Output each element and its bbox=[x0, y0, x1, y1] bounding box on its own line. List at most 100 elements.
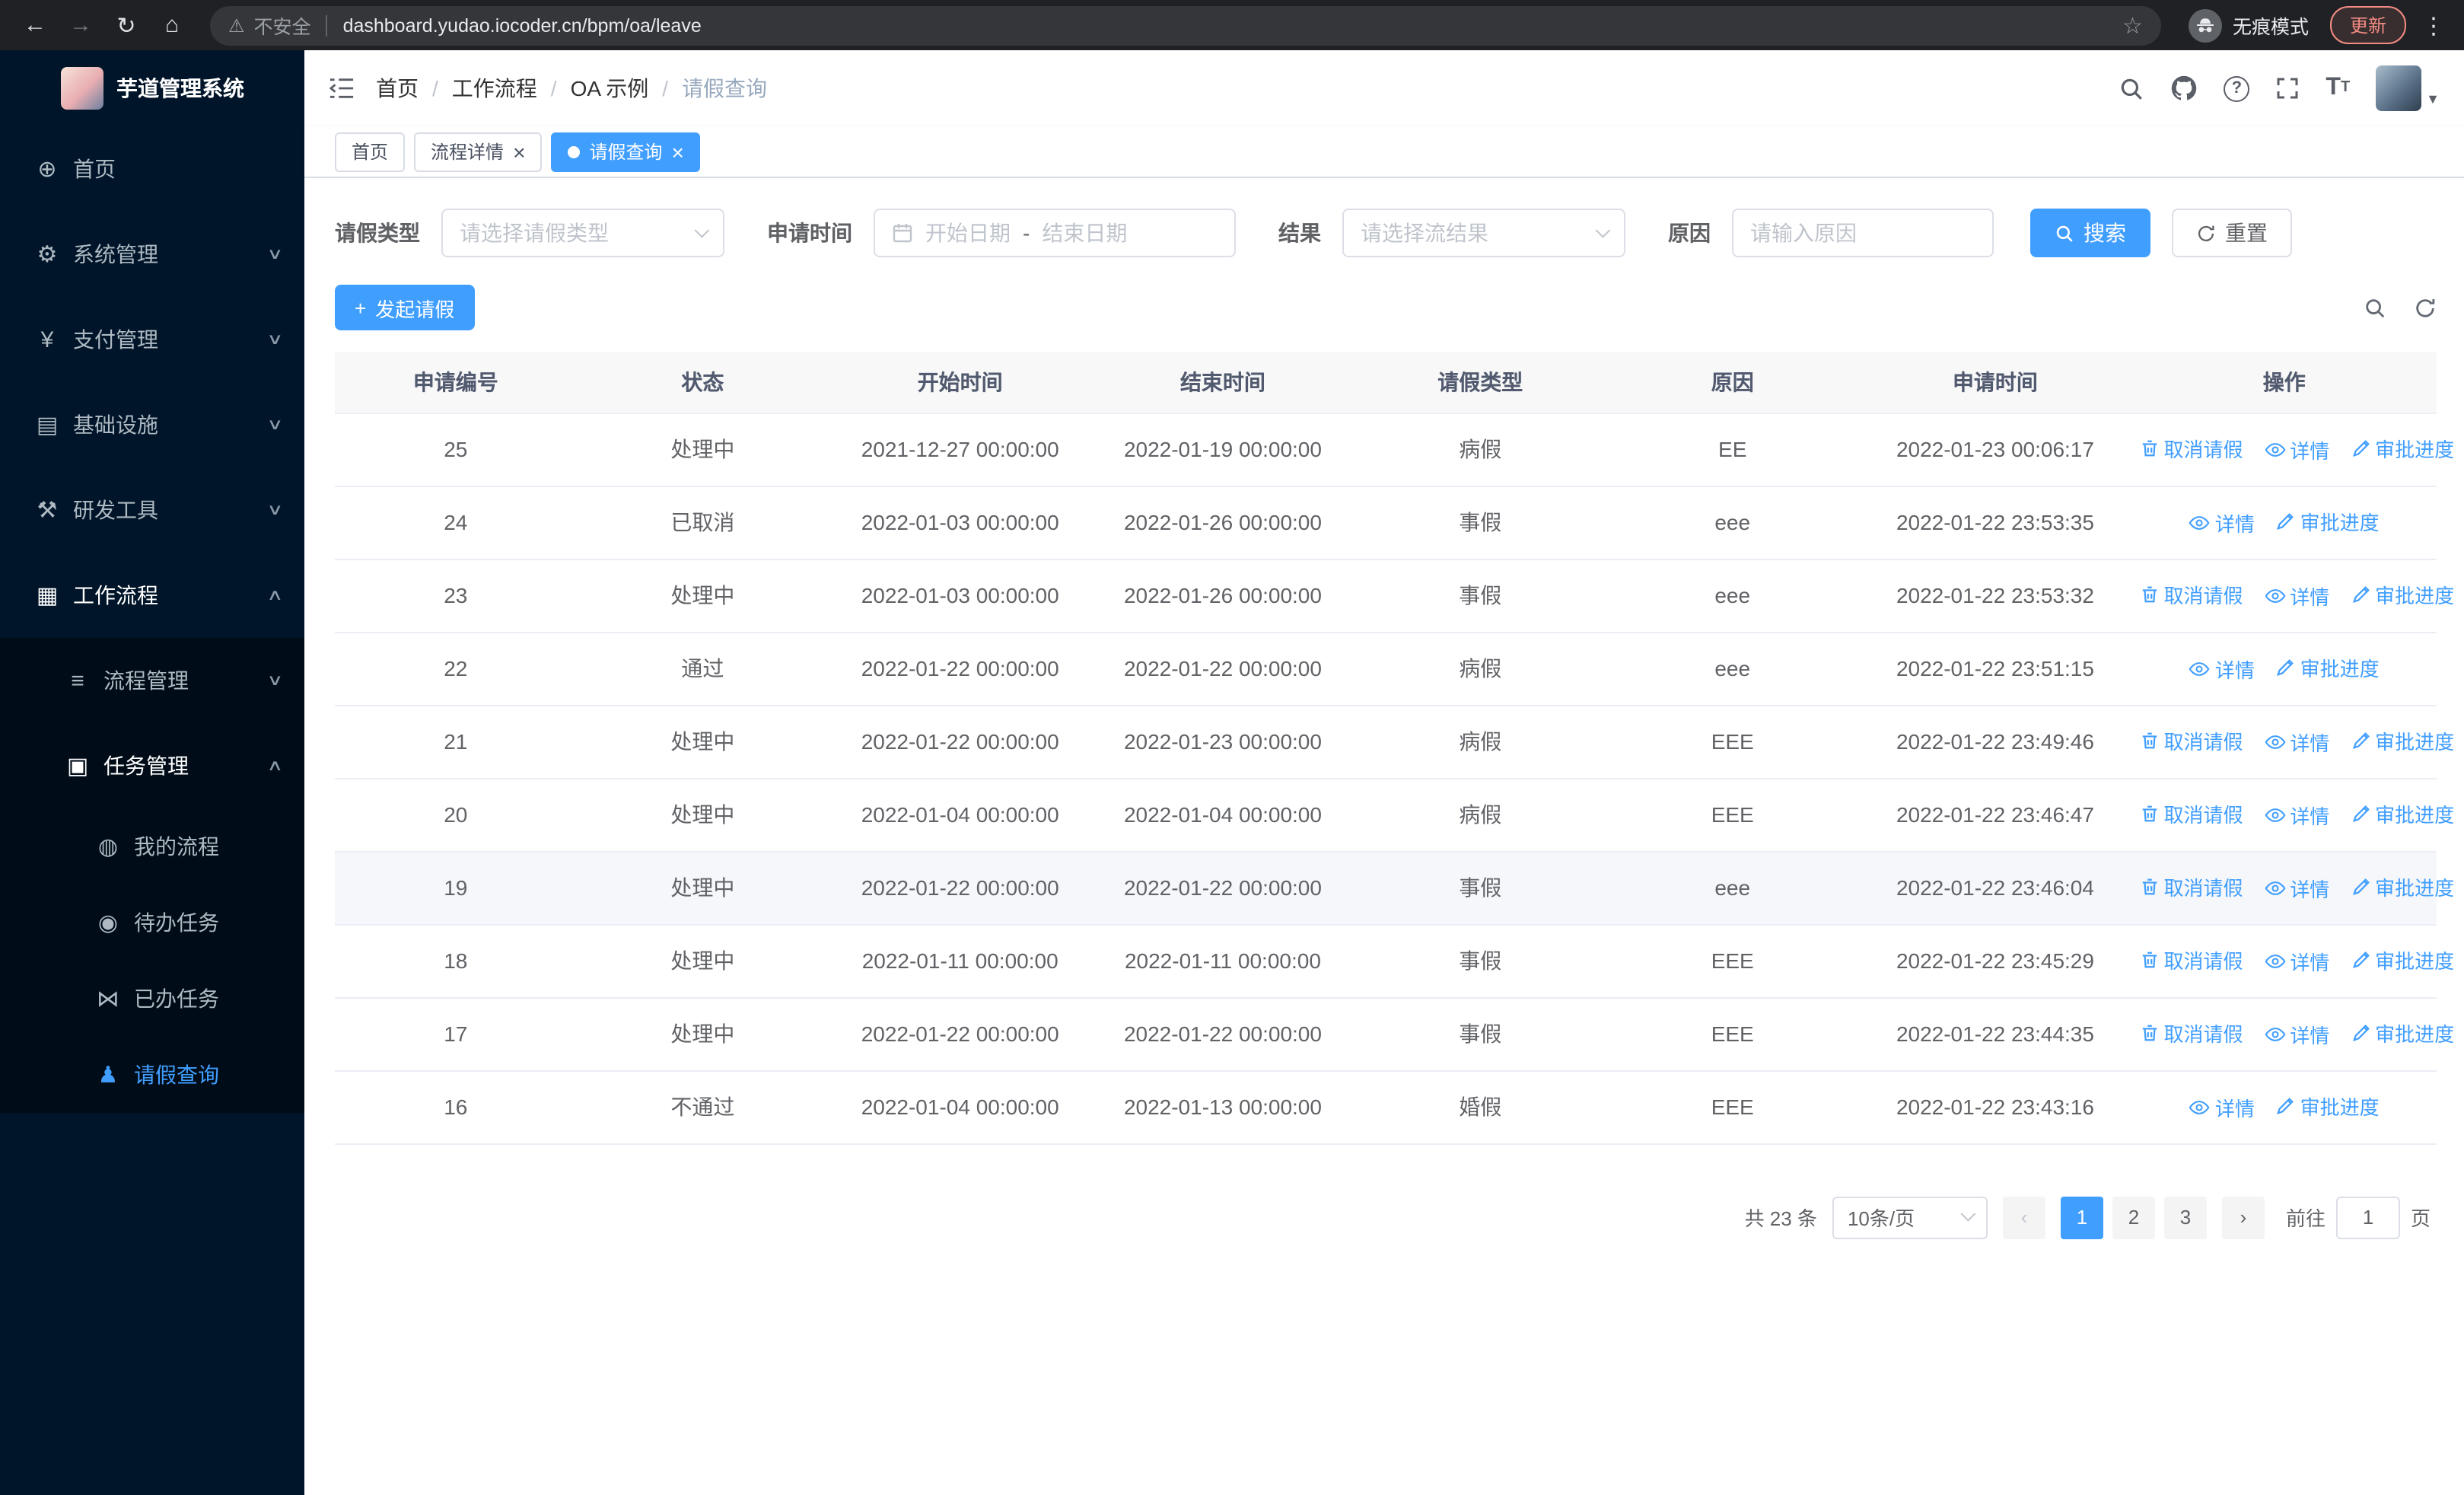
reason-input[interactable] bbox=[1750, 221, 1975, 245]
cell-start-time: 2022-01-22 00:00:00 bbox=[829, 705, 1092, 779]
approval-progress-link[interactable]: 审批进度 bbox=[2276, 507, 2380, 536]
edit-pen-icon bbox=[2351, 950, 2370, 970]
apply-time-range-picker[interactable]: 开始日期 - 结束日期 bbox=[874, 209, 1236, 257]
sidebar-menu-item[interactable]: ⋈ 已办任务 bbox=[0, 961, 304, 1037]
cell-status: 处理中 bbox=[576, 924, 829, 998]
font-size-icon[interactable]: TT bbox=[2326, 75, 2350, 100]
search-icon[interactable] bbox=[2119, 75, 2144, 101]
dev-tools-icon: ⚒ bbox=[37, 498, 58, 524]
page-tab[interactable]: 请假查询 × bbox=[551, 132, 701, 171]
approval-progress-link[interactable]: 审批进度 bbox=[2276, 653, 2380, 682]
trash-icon bbox=[2139, 585, 2159, 604]
detail-link[interactable]: 详情 bbox=[2264, 801, 2329, 830]
breadcrumb-item[interactable]: 请假查询 bbox=[648, 73, 767, 104]
cancel-leave-link[interactable]: 取消请假 bbox=[2139, 1018, 2243, 1047]
detail-link[interactable]: 详情 bbox=[2264, 582, 2329, 610]
browser-menu-icon[interactable]: ⋮ bbox=[2418, 11, 2449, 39]
help-icon[interactable]: ? bbox=[2224, 75, 2250, 101]
sidebar-menu-item[interactable]: ⚒ 研发工具 ∨ bbox=[0, 467, 304, 553]
security-label[interactable]: 不安全 bbox=[254, 11, 311, 40]
close-icon[interactable]: × bbox=[513, 141, 525, 162]
cell-leave-type: 病假 bbox=[1354, 705, 1606, 779]
prev-page-button[interactable]: ‹ bbox=[2002, 1196, 2045, 1238]
breadcrumb-item[interactable]: 首页 bbox=[376, 73, 419, 104]
result-select[interactable]: 请选择流结果 bbox=[1342, 209, 1625, 257]
next-page-button[interactable]: › bbox=[2221, 1196, 2265, 1238]
edit-pen-icon bbox=[2351, 877, 2370, 897]
cell-start-time: 2022-01-22 00:00:00 bbox=[829, 997, 1092, 1071]
forward-button[interactable]: → bbox=[61, 5, 100, 45]
detail-link[interactable]: 详情 bbox=[2264, 947, 2329, 976]
cell-leave-type: 事假 bbox=[1354, 486, 1606, 559]
detail-link[interactable]: 详情 bbox=[2189, 655, 2255, 684]
reload-button[interactable]: ↻ bbox=[107, 5, 146, 45]
page-number-button[interactable]: 3 bbox=[2163, 1196, 2207, 1238]
page-number-button[interactable]: 1 bbox=[2060, 1196, 2103, 1238]
toggle-search-icon[interactable] bbox=[2364, 296, 2386, 319]
detail-link[interactable]: 详情 bbox=[2264, 874, 2329, 903]
cancel-leave-link[interactable]: 取消请假 bbox=[2139, 945, 2243, 974]
cancel-leave-link[interactable]: 取消请假 bbox=[2139, 434, 2243, 463]
incognito-label: 无痕模式 bbox=[2232, 17, 2309, 38]
page-number-button[interactable]: 2 bbox=[2112, 1196, 2155, 1238]
page-tab[interactable]: 流程详情 × bbox=[414, 132, 543, 171]
home-button[interactable]: ⌂ bbox=[152, 5, 192, 45]
sidebar-menu-item[interactable]: ⚙ 系统管理 ∨ bbox=[0, 212, 304, 297]
sidebar-menu-item[interactable]: ▤ 基础设施 ∨ bbox=[0, 382, 304, 467]
cancel-leave-link[interactable]: 取消请假 bbox=[2139, 872, 2243, 901]
cancel-leave-link[interactable]: 取消请假 bbox=[2139, 580, 2243, 609]
back-button[interactable]: ← bbox=[15, 5, 55, 45]
approval-progress-link[interactable]: 审批进度 bbox=[2351, 872, 2454, 901]
detail-link[interactable]: 详情 bbox=[2189, 1093, 2255, 1122]
sidebar-menu-item[interactable]: ▦ 工作流程 ∧ bbox=[0, 553, 304, 638]
sidebar-item-label: 研发工具 bbox=[73, 498, 158, 522]
refresh-icon[interactable] bbox=[2414, 296, 2437, 319]
app-logo[interactable]: 芋道管理系统 bbox=[0, 50, 304, 126]
approval-progress-link[interactable]: 审批进度 bbox=[2351, 580, 2454, 609]
cell-apply-time: 2022-01-22 23:53:32 bbox=[1858, 559, 2132, 633]
goto-page-input[interactable] bbox=[2335, 1196, 2400, 1238]
detail-link[interactable]: 详情 bbox=[2264, 1020, 2329, 1049]
github-icon[interactable] bbox=[2170, 75, 2198, 102]
sidebar-menu-item[interactable]: ♟ 请假查询 bbox=[0, 1037, 304, 1113]
sidebar-menu-item[interactable]: ▣ 任务管理 ∧ bbox=[0, 723, 304, 808]
detail-link[interactable]: 详情 bbox=[2264, 728, 2329, 757]
detail-link[interactable]: 详情 bbox=[2264, 435, 2329, 464]
user-menu[interactable]: ▼ bbox=[2376, 65, 2440, 111]
search-button[interactable]: 搜索 bbox=[2030, 209, 2150, 257]
done-task-icon: ⋈ bbox=[97, 987, 119, 1012]
breadcrumb-item[interactable]: OA 示例 bbox=[537, 73, 649, 104]
approval-progress-link[interactable]: 审批进度 bbox=[2351, 799, 2454, 828]
close-icon[interactable]: × bbox=[671, 141, 683, 162]
sidebar-menu-item[interactable]: ≡ 流程管理 ∨ bbox=[0, 638, 304, 723]
cell-reason: EEE bbox=[1606, 924, 1859, 998]
breadcrumb-item[interactable]: 工作流程 bbox=[419, 73, 537, 104]
fullscreen-icon[interactable] bbox=[2275, 76, 2300, 100]
approval-progress-link[interactable]: 审批进度 bbox=[2351, 434, 2454, 463]
approval-progress-link[interactable]: 审批进度 bbox=[2351, 726, 2454, 755]
leave-type-select[interactable]: 请选择请假类型 bbox=[441, 209, 724, 257]
bookmark-star-icon[interactable]: ☆ bbox=[2122, 11, 2143, 39]
address-bar[interactable]: ⚠ 不安全 dashboard.yudao.iocoder.cn/bpm/oa/… bbox=[210, 5, 2161, 45]
approval-progress-link[interactable]: 审批进度 bbox=[2351, 945, 2454, 974]
plus-icon: + bbox=[355, 296, 367, 319]
page-tab[interactable]: 首页 bbox=[335, 132, 406, 171]
sidebar-menu-item[interactable]: ¥ 支付管理 ∨ bbox=[0, 297, 304, 382]
cancel-leave-link[interactable]: 取消请假 bbox=[2139, 799, 2243, 828]
page-list: 1 2 3 bbox=[2060, 1196, 2207, 1238]
sidebar-menu-item[interactable]: ◍ 我的流程 bbox=[0, 808, 304, 885]
approval-progress-link[interactable]: 审批进度 bbox=[2351, 1018, 2454, 1047]
calendar-icon bbox=[892, 222, 913, 244]
url-text[interactable]: dashboard.yudao.iocoder.cn/bpm/oa/leave bbox=[343, 14, 702, 36]
cancel-leave-link[interactable]: 取消请假 bbox=[2139, 726, 2243, 755]
create-leave-button[interactable]: + 发起请假 bbox=[335, 285, 475, 330]
sidebar-collapse-icon[interactable] bbox=[329, 78, 355, 99]
cell-end-time: 2022-01-11 00:00:00 bbox=[1091, 924, 1355, 998]
approval-progress-link[interactable]: 审批进度 bbox=[2276, 1092, 2380, 1120]
update-button[interactable]: 更新 bbox=[2329, 6, 2406, 44]
sidebar-menu-item[interactable]: ⊕ 首页 bbox=[0, 126, 304, 212]
sidebar-menu-item[interactable]: ◉ 待办任务 bbox=[0, 885, 304, 961]
page-size-select[interactable]: 10条/页 bbox=[1832, 1196, 1988, 1238]
reset-button[interactable]: 重置 bbox=[2172, 209, 2292, 257]
detail-link[interactable]: 详情 bbox=[2189, 508, 2255, 537]
